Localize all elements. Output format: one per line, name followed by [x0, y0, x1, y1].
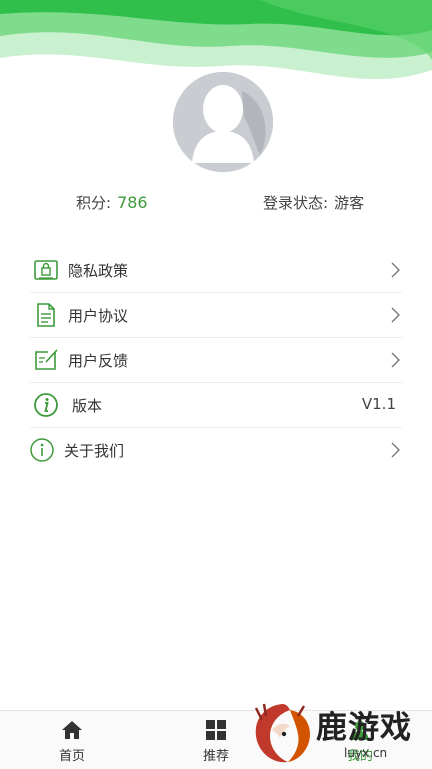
- chevron-right-icon: [391, 442, 400, 458]
- nav-label-recommend: 推荐: [202, 749, 229, 764]
- deer-logo-icon: [254, 703, 310, 763]
- login-status-label: 登录状态:: [263, 194, 329, 212]
- privacy-lock-icon: [34, 260, 58, 280]
- settings-menu: 隐私政策 用户协议 用户反馈 版本 V1.1 关于我们: [30, 248, 402, 472]
- menu-item-privacy-policy[interactable]: 隐私政策: [30, 248, 402, 293]
- points-stat: 积分: 786: [76, 192, 148, 213]
- menu-item-user-feedback[interactable]: 用户反馈: [30, 338, 402, 383]
- login-status: 登录状态: 游客: [263, 192, 364, 213]
- menu-label-about-us: 关于我们: [64, 442, 125, 460]
- grid-icon: [206, 720, 226, 740]
- menu-label-user-feedback: 用户反馈: [68, 352, 129, 370]
- nav-item-recommend[interactable]: 推荐: [176, 719, 256, 764]
- menu-label-version: 版本: [72, 397, 103, 415]
- watermark-url: luyx.cn: [344, 746, 388, 760]
- info-icon: [34, 393, 58, 417]
- menu-label-privacy-policy: 隐私政策: [68, 262, 129, 280]
- nav-label-home: 首页: [58, 749, 85, 764]
- chevron-right-icon: [391, 352, 400, 368]
- menu-item-user-agreement[interactable]: 用户协议: [30, 293, 402, 338]
- chevron-right-icon: [391, 262, 400, 278]
- profile-stats: 积分: 786 登录状态: 游客: [0, 188, 432, 218]
- menu-item-version[interactable]: 版本 V1.1: [30, 383, 402, 428]
- info-circle-icon: [30, 438, 54, 462]
- home-icon: [62, 721, 82, 739]
- site-watermark: 鹿游戏 luyx.cn: [248, 700, 432, 768]
- points-label: 积分:: [76, 194, 112, 212]
- menu-label-user-agreement: 用户协议: [68, 307, 129, 325]
- feedback-edit-icon: [35, 349, 58, 370]
- version-value: V1.1: [361, 395, 396, 413]
- document-icon: [37, 303, 55, 327]
- login-status-value: 游客: [334, 194, 365, 212]
- chevron-right-icon: [391, 307, 400, 323]
- nav-item-home[interactable]: 首页: [32, 719, 112, 764]
- watermark-text: 鹿游戏: [316, 710, 412, 746]
- avatar[interactable]: [172, 71, 274, 173]
- menu-item-about-us[interactable]: 关于我们: [30, 428, 402, 472]
- points-value: 786: [117, 193, 148, 212]
